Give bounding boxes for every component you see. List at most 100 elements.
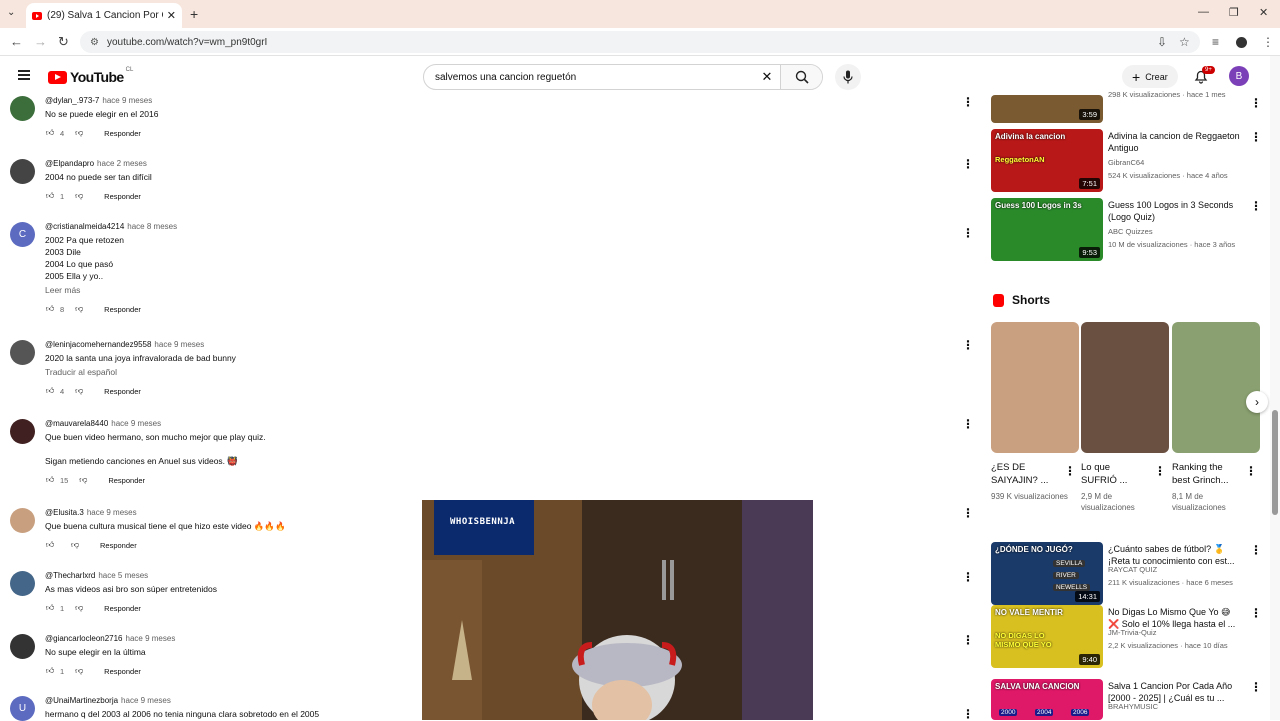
comment-time[interactable]: hace 9 meses <box>126 634 176 643</box>
more-options-icon[interactable]: ⋮ <box>1250 96 1262 110</box>
search-box[interactable]: salvemos una cancion reguetón ✕ <box>423 64 823 90</box>
like-icon[interactable]: 👍︎ <box>45 304 55 314</box>
back-arrow-icon[interactable]: ← <box>10 34 23 49</box>
user-avatar[interactable]: B <box>1229 66 1249 86</box>
comment-avatar[interactable]: C <box>10 222 35 247</box>
tab-search-chevron-icon[interactable]: ⌄ <box>7 7 15 18</box>
comment-author[interactable]: @dylan_.973-7 <box>45 96 99 105</box>
like-icon[interactable]: 👍︎ <box>45 666 55 676</box>
tab-close-icon[interactable]: ✕ <box>167 9 176 22</box>
comment-avatar[interactable] <box>10 340 35 365</box>
comment-more-link[interactable]: Leer más <box>45 284 405 296</box>
dislike-icon[interactable]: 👎︎ <box>70 540 80 550</box>
related-video-channel[interactable]: ABC Quizzes <box>1108 226 1248 237</box>
comment-author[interactable]: @leninjacomehernandez9558 <box>45 340 151 349</box>
maximize-icon[interactable]: ❐ <box>1229 6 1239 19</box>
related-video-channel[interactable]: JM-Trivia-Quiz <box>1108 627 1248 638</box>
comment-author[interactable]: @UnaiMartinezborja <box>45 696 118 705</box>
like-icon[interactable]: 👍︎ <box>45 540 55 550</box>
comment-avatar[interactable]: U <box>10 696 35 721</box>
reply-button[interactable]: Responder <box>104 667 141 676</box>
reply-button[interactable]: Responder <box>104 387 141 396</box>
like-icon[interactable]: 👍︎ <box>45 603 55 613</box>
comment-avatar[interactable] <box>10 96 35 121</box>
more-options-icon[interactable]: ⋮ <box>1250 130 1262 144</box>
dislike-icon[interactable]: 👎︎ <box>78 475 88 485</box>
more-options-icon[interactable]: ⋮ <box>1250 606 1262 620</box>
short-more-options-icon[interactable]: ⋮ <box>1154 464 1166 478</box>
related-video-channel[interactable]: RAYCAT QUIZ <box>1108 564 1248 575</box>
like-icon[interactable]: 👍︎ <box>45 386 55 396</box>
short-thumbnail[interactable] <box>1081 322 1169 453</box>
profile-icon[interactable] <box>1236 37 1247 48</box>
comment-time[interactable]: hace 8 meses <box>127 222 177 231</box>
comment-author[interactable]: @Elusita.3 <box>45 508 84 517</box>
comment-time[interactable]: hace 9 meses <box>111 419 161 428</box>
side-more-options-icon[interactable]: ⋮ <box>962 95 974 109</box>
forward-arrow-icon[interactable]: → <box>34 34 47 49</box>
like-icon[interactable]: 👍︎ <box>45 475 55 485</box>
dislike-icon[interactable]: 👎︎ <box>74 128 84 138</box>
short-more-options-icon[interactable]: ⋮ <box>1245 464 1257 478</box>
comment-author[interactable]: @cristianalmeida4214 <box>45 222 124 231</box>
short-more-options-icon[interactable]: ⋮ <box>1064 464 1076 478</box>
search-button[interactable] <box>780 65 822 89</box>
new-tab-plus-icon[interactable]: + <box>190 6 198 22</box>
short-title[interactable]: Lo que SUFRIÓ ... <box>1081 461 1147 487</box>
media-controls-icon[interactable]: ≡ <box>1212 35 1219 49</box>
related-video-thumbnail[interactable]: ¿DÓNDE NO JUGÓ? SEVILLA RIVER NEWELLS 14:31 <box>991 542 1103 605</box>
search-input[interactable]: salvemos una cancion reguetón <box>424 72 754 83</box>
voice-search-button[interactable] <box>835 64 861 90</box>
hamburger-menu-icon[interactable] <box>18 70 30 80</box>
dislike-icon[interactable]: 👎︎ <box>74 191 84 201</box>
window-close-icon[interactable]: ✕ <box>1259 6 1268 19</box>
shorts-more-options-icon[interactable]: ⋮ <box>962 338 974 352</box>
related-video-channel[interactable]: BRAHYMUSIC <box>1108 701 1248 712</box>
youtube-logo[interactable]: YouTube CL <box>48 67 133 85</box>
related-video-channel[interactable]: GibranC64 <box>1108 157 1248 168</box>
side-more-options-icon[interactable]: ⋮ <box>962 157 974 171</box>
minimize-icon[interactable]: — <box>1198 6 1209 18</box>
reply-button[interactable]: Responder <box>108 476 145 485</box>
comment-time[interactable]: hace 2 meses <box>97 159 147 168</box>
short-thumbnail[interactable] <box>991 322 1079 453</box>
shorts-next-arrow-icon[interactable]: › <box>1246 391 1268 413</box>
shelf-side-options-icon[interactable]: ⋮ <box>962 506 974 520</box>
url-omnibox[interactable]: ⚙ youtube.com/watch?v=wm_pn9t0grI <box>80 31 1200 53</box>
shelf-more-options-icon[interactable]: ⋮ <box>962 417 974 431</box>
comment-time[interactable]: hace 9 meses <box>121 696 171 705</box>
short-title[interactable]: ¿ES DE SAIYAJIN? ... <box>991 461 1057 487</box>
comment-more-link[interactable]: Traducir al español <box>45 366 405 378</box>
related-video-thumbnail[interactable]: Guess 100 Logos in 3s 9:53 <box>991 198 1103 261</box>
comment-avatar[interactable] <box>10 571 35 596</box>
related-video-title[interactable]: Adivina la cancion de Reggaeton Antiguo <box>1108 130 1243 154</box>
comment-avatar[interactable] <box>10 634 35 659</box>
reply-button[interactable]: Responder <box>100 541 137 550</box>
bookmark-star-icon[interactable]: ☆ <box>1179 35 1190 49</box>
create-button[interactable]: + Crear <box>1122 65 1178 88</box>
comment-avatar[interactable] <box>10 159 35 184</box>
side-more-options-icon[interactable]: ⋮ <box>962 633 974 647</box>
short-title[interactable]: Ranking the best Grinch... <box>1172 461 1238 487</box>
reply-button[interactable]: Responder <box>104 129 141 138</box>
side-more-options-icon[interactable]: ⋮ <box>962 226 974 240</box>
page-scrollbar[interactable] <box>1270 56 1280 720</box>
reply-button[interactable]: Responder <box>104 192 141 201</box>
comment-avatar[interactable] <box>10 419 35 444</box>
comment-time[interactable]: hace 9 meses <box>154 340 204 349</box>
reply-button[interactable]: Responder <box>104 604 141 613</box>
dislike-icon[interactable]: 👎︎ <box>74 386 84 396</box>
dislike-icon[interactable]: 👎︎ <box>74 666 84 676</box>
browser-menu-icon[interactable]: ⋮ <box>1262 35 1274 49</box>
reply-button[interactable]: Responder <box>104 305 141 314</box>
like-icon[interactable]: 👍︎ <box>45 128 55 138</box>
more-options-icon[interactable]: ⋮ <box>1250 543 1262 557</box>
dislike-icon[interactable]: 👎︎ <box>74 603 84 613</box>
clear-search-icon[interactable]: ✕ <box>754 69 780 85</box>
comment-time[interactable]: hace 5 meses <box>98 571 148 580</box>
comment-author[interactable]: @Elpandapro <box>45 159 94 168</box>
related-video-title[interactable]: Guess 100 Logos in 3 Seconds (Logo Quiz) <box>1108 199 1243 223</box>
related-video-thumbnail[interactable]: Adivina la cancion ReggaetonAN 7:51 <box>991 129 1103 192</box>
comment-author[interactable]: @Thecharlxrd <box>45 571 95 580</box>
browser-tab-active[interactable]: (29) Salva 1 Cancion Por Cada Año ✕ <box>26 3 182 28</box>
